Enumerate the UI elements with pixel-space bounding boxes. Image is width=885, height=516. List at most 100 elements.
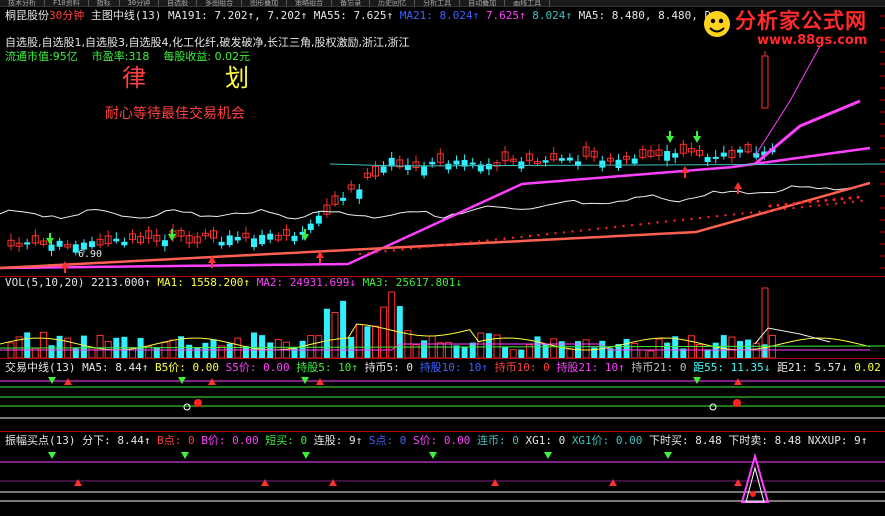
signal-dot bbox=[194, 399, 202, 407]
ma-dots bbox=[826, 203, 829, 206]
ma-dots bbox=[486, 239, 489, 242]
candle-down bbox=[664, 150, 671, 161]
ma-dots bbox=[681, 218, 685, 221]
ma-dots bbox=[690, 217, 693, 221]
candle-down bbox=[558, 158, 565, 161]
ma-dots bbox=[715, 215, 719, 218]
volume-bar-down bbox=[259, 335, 266, 358]
candle-down bbox=[631, 158, 638, 164]
ma-dots bbox=[673, 219, 676, 222]
ma-dots bbox=[562, 231, 566, 234]
ma-dots bbox=[460, 242, 464, 245]
candle-down bbox=[291, 235, 298, 242]
signal-arrow-up bbox=[734, 479, 742, 486]
volume-bar-up bbox=[444, 341, 452, 358]
volume-bar-down bbox=[226, 343, 233, 358]
signal-arrow-up bbox=[329, 479, 337, 486]
ma-dots bbox=[528, 234, 532, 238]
ma-dots bbox=[426, 245, 430, 248]
motto-text: 耐心等待最佳交易机会 bbox=[105, 106, 245, 122]
ma-dots bbox=[732, 213, 736, 216]
trade-midline-legend-item-6: 持股10: 10↑ bbox=[419, 361, 495, 374]
amplitude-legend-item-0: 振幅买点(13) bbox=[5, 434, 83, 447]
ma-dots bbox=[409, 247, 413, 250]
volume-bar-up bbox=[655, 338, 663, 358]
volume-bar-down bbox=[623, 338, 630, 358]
volume-bar-down bbox=[364, 326, 371, 358]
trade-midline-pane[interactable]: 交易中线(13) MA5: 8.44↑ B5价: 0.00 S5价: 0.00 … bbox=[0, 359, 885, 432]
signal-arrow-down bbox=[48, 452, 56, 459]
signal-arrow-up bbox=[74, 479, 82, 486]
volume-bar-down bbox=[299, 340, 306, 358]
ma-dots bbox=[554, 232, 557, 235]
ma-dots bbox=[384, 250, 387, 253]
vol-legend-item-3: MA2: 24931.699↓ bbox=[256, 276, 363, 289]
trade-midline-legend-item-5: 持币5: 0 bbox=[364, 361, 420, 374]
amplitude-buy-pane[interactable]: 振幅买点(13) 分下: 8.44↑ B点: 0 B价: 0.00 短买: 0 … bbox=[0, 432, 885, 516]
volume-bar-up bbox=[372, 325, 379, 358]
ma-dots bbox=[503, 237, 506, 240]
volume-pane[interactable]: VOL(5,10,20) 2213.000↑ MA1: 1558.200↑ MA… bbox=[0, 276, 885, 359]
ma-dots bbox=[647, 222, 651, 225]
signal-arrow-up bbox=[734, 182, 742, 189]
volume-bar-up bbox=[728, 336, 736, 358]
stock-name: 桐昆股份 bbox=[5, 9, 49, 22]
ma55-line bbox=[0, 181, 871, 270]
concept-list: 自选股,自选股1,自选股3,自选股4,化工化纤,破发破净,长江三角,股权激励,浙… bbox=[5, 36, 410, 49]
trade-midline-legend-item-8: 持股21: 10↑ bbox=[556, 361, 632, 374]
ma-dots bbox=[392, 249, 396, 252]
trade-midline-legend-item-12: 0.02 bbox=[854, 361, 881, 374]
candle-down bbox=[429, 161, 436, 165]
ma-dots-tail bbox=[840, 197, 844, 201]
ma-dots bbox=[741, 212, 744, 215]
volume-bar-up bbox=[631, 342, 639, 358]
candle-down bbox=[24, 242, 31, 245]
volume-bar-up bbox=[477, 332, 485, 358]
candle-down bbox=[161, 240, 168, 247]
period-label[interactable]: 30分钟 bbox=[49, 9, 84, 22]
candle-down bbox=[48, 244, 55, 251]
low-price-label: 6.90 bbox=[78, 249, 103, 260]
candle-down bbox=[56, 240, 63, 247]
signal-arrow-down bbox=[693, 136, 701, 143]
candle-down bbox=[218, 241, 225, 246]
ma-dots bbox=[443, 243, 447, 247]
amplitude-legend-item-13: NXXUP: 9↑ bbox=[807, 434, 868, 447]
volume-bar-down bbox=[186, 344, 193, 358]
logo-url[interactable]: www.88gs.com bbox=[757, 33, 867, 48]
ma-dots bbox=[809, 205, 812, 208]
ma-dots bbox=[494, 238, 498, 241]
volume-bar-down bbox=[194, 347, 201, 358]
candle-down bbox=[712, 156, 719, 159]
ma-dots-tail bbox=[856, 195, 860, 199]
ma-dots bbox=[435, 244, 438, 248]
amplitude-legend-item-4: 短买: 0 bbox=[265, 434, 314, 447]
main-legend-item-3: MA21: 8.024↑ bbox=[399, 9, 486, 22]
amplitude-buy-legend: 振幅买点(13) 分下: 8.44↑ B点: 0 B价: 0.00 短买: 0 … bbox=[5, 434, 867, 448]
ma-dots-tail bbox=[816, 199, 820, 203]
ma-dots bbox=[783, 207, 787, 211]
volume-bar-up bbox=[88, 347, 96, 358]
amplitude-legend-item-1: 分下: 8.44↑ bbox=[82, 434, 158, 447]
ma5-line-tail bbox=[754, 45, 821, 157]
volume-bar-down bbox=[80, 335, 87, 358]
volume-bar-up bbox=[96, 334, 104, 358]
candle-down bbox=[615, 159, 622, 168]
volume-bar-down bbox=[251, 332, 257, 358]
ma-dots bbox=[469, 241, 472, 244]
ma-dots bbox=[698, 216, 702, 220]
ma-dots-tail bbox=[848, 196, 852, 200]
site-logo: 分析家公式网 www.88gs.com bbox=[699, 4, 879, 50]
volume-bar-up bbox=[566, 348, 574, 358]
candle-down bbox=[226, 235, 233, 246]
ma-dots bbox=[367, 251, 370, 255]
amplitude-legend-item-5: 连股: 9↑ bbox=[313, 434, 369, 447]
volume-bar-down bbox=[502, 346, 509, 358]
volume-bar-down bbox=[704, 349, 711, 358]
candle-down bbox=[234, 236, 241, 241]
candle-down bbox=[485, 163, 492, 170]
ma-dots bbox=[851, 200, 855, 203]
candle-down bbox=[566, 157, 573, 161]
amplitude-legend-item-8: 连币: 0 bbox=[476, 434, 526, 447]
trade-midline-legend-item-7: 持币10: 0 bbox=[494, 361, 557, 374]
